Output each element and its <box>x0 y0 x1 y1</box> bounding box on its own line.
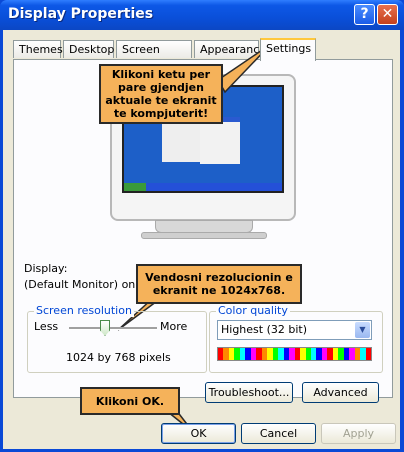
tab-settings[interactable]: Settings <box>260 38 316 61</box>
dialog-body: Themes Desktop Screen Saver Appearance S… <box>3 30 400 449</box>
help-button[interactable]: ? <box>354 4 375 25</box>
color-quality-value: Highest (32 bit) <box>221 323 308 336</box>
cancel-button[interactable]: Cancel <box>241 423 316 444</box>
close-button[interactable]: ✕ <box>377 4 398 25</box>
display-label: Display: <box>24 262 68 275</box>
ok-button[interactable]: OK <box>161 423 236 444</box>
chevron-down-icon[interactable]: ▼ <box>355 322 370 338</box>
callout-ok-hint: Klikoni OK. <box>80 387 180 415</box>
window-title: Display Properties <box>8 6 154 22</box>
color-quality-select[interactable]: Highest (32 bit) ▼ <box>217 320 372 340</box>
color-quality-title: Color quality <box>216 304 290 317</box>
slider-less-label: Less <box>34 320 59 333</box>
apply-button[interactable]: Apply <box>321 423 396 444</box>
troubleshoot-button[interactable]: Troubleshoot... <box>205 382 293 403</box>
callout-settings-hint: Klikoni ketu per pare gjendjen aktuale t… <box>99 64 223 124</box>
close-icon: ✕ <box>381 6 394 22</box>
title-bar[interactable]: Display Properties ? ✕ <box>0 0 404 30</box>
slider-more-label: More <box>160 320 188 333</box>
callout-resolution-hint: Vendosni rezolucionin e ekranit ne 1024x… <box>136 264 302 304</box>
question-mark-icon: ? <box>360 6 369 22</box>
display-properties-window: Display Properties ? ✕ Themes Desktop Sc… <box>0 0 404 452</box>
resolution-value: 1024 by 768 pixels <box>66 351 171 364</box>
advanced-button[interactable]: Advanced <box>302 382 379 403</box>
color-spectrum-bar <box>217 347 372 361</box>
screen-resolution-title: Screen resolution <box>34 304 134 317</box>
display-monitor-name: (Default Monitor) on <box>24 278 136 291</box>
resolution-slider-track[interactable] <box>69 327 157 330</box>
